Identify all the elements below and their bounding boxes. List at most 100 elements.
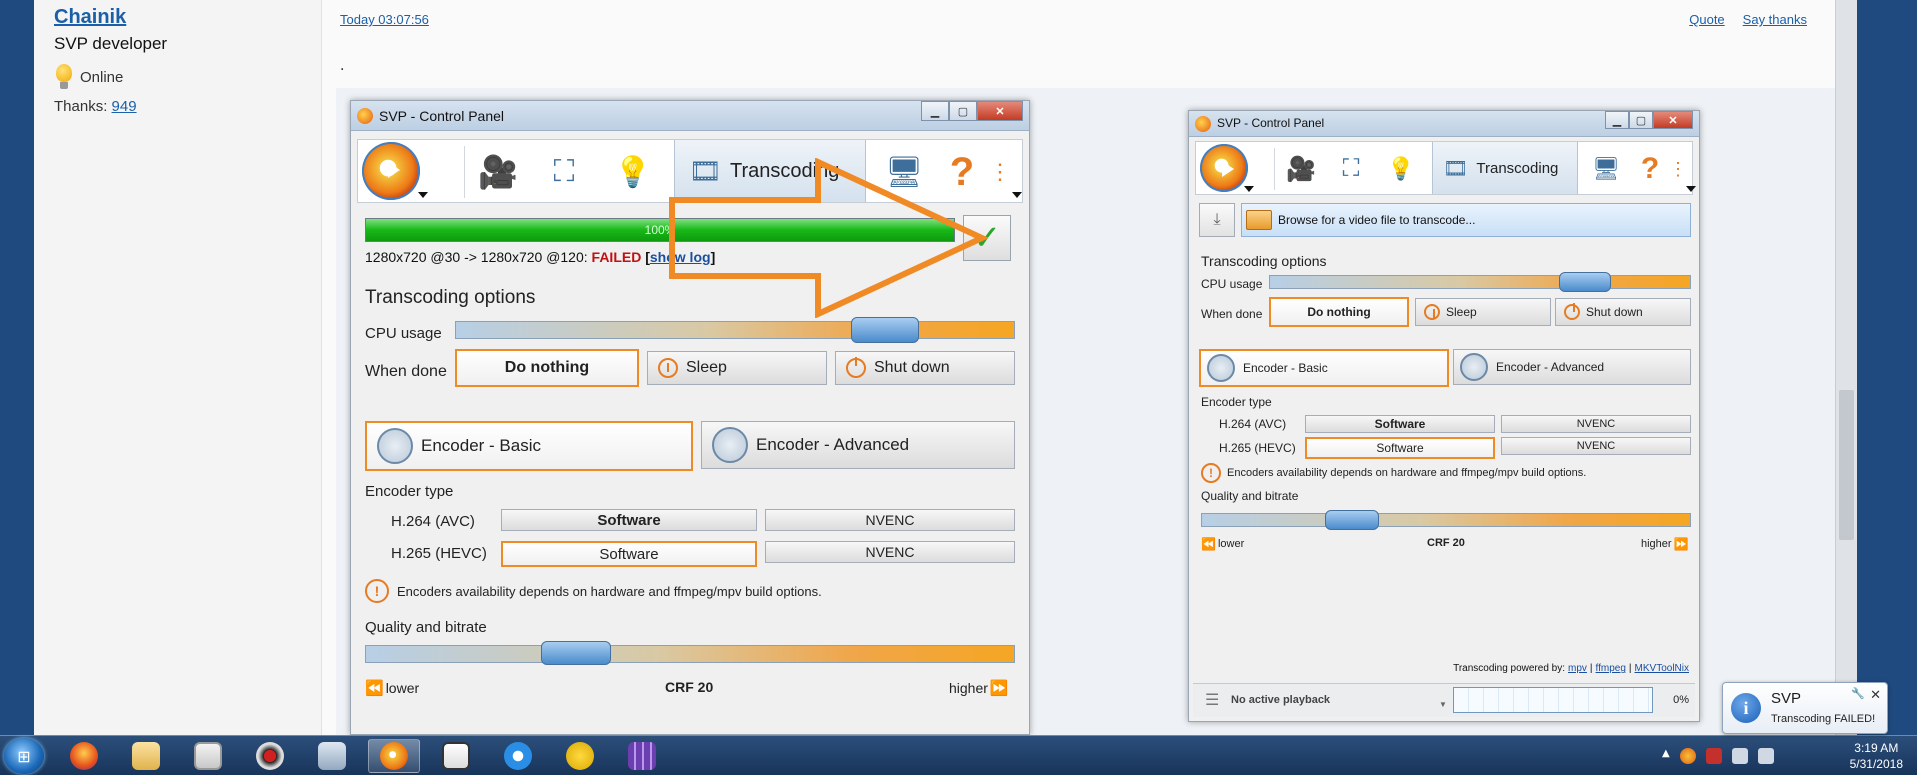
action-center-icon[interactable] (1705, 748, 1722, 764)
divider (1274, 148, 1275, 190)
tab-transcoding[interactable]: 🎞 Transcoding (674, 140, 866, 202)
video-camera-icon[interactable]: 🎥 (1284, 152, 1318, 186)
post-timestamp-link[interactable]: Today 03:07:56 (340, 12, 429, 27)
cpu-usage-slider-thumb[interactable] (1559, 272, 1611, 292)
cpu-usage-slider[interactable] (1269, 275, 1691, 289)
h265-software-button[interactable]: Software (1305, 437, 1495, 459)
check-icon[interactable]: ✓ (963, 215, 1011, 261)
close-icon[interactable]: ✕ (977, 101, 1023, 121)
thanks-count-link[interactable]: 949 (112, 98, 137, 115)
h264-software-button[interactable]: Software (501, 509, 757, 531)
show-hidden-icons-icon[interactable]: ▲ (1662, 748, 1670, 764)
chevron-down-icon[interactable] (418, 192, 428, 198)
maximize-icon[interactable]: ▢ (949, 101, 977, 121)
ffmpeg-link[interactable]: ffmpeg (1596, 663, 1626, 674)
h264-nvenc-button[interactable]: NVENC (765, 509, 1015, 531)
quality-slider[interactable] (1201, 513, 1691, 527)
media-player-icon[interactable] (182, 739, 234, 773)
tab-transcoding[interactable]: 🎞 Transcoding (1432, 142, 1578, 194)
svp-logo-icon (1195, 116, 1211, 132)
network-icon[interactable] (1731, 748, 1748, 764)
cpu-usage-slider[interactable] (455, 321, 1015, 339)
h265-nvenc-button[interactable]: NVENC (765, 541, 1015, 563)
sheep-icon (377, 428, 413, 464)
quality-lower[interactable]: ⏪ lower (365, 679, 419, 697)
minimize-icon[interactable]: ▁ (1605, 111, 1629, 129)
encoder-basic-tab[interactable]: Encoder - Basic (365, 421, 693, 471)
show-log-link[interactable]: show log (650, 249, 711, 265)
encoder-advanced-tab[interactable]: Encoder - Advanced (1453, 349, 1691, 385)
minimize-icon[interactable]: ▁ (921, 101, 949, 121)
more-options-icon[interactable]: ⋮ (1668, 148, 1688, 190)
chevron-down-icon[interactable] (1686, 186, 1696, 192)
volume-icon[interactable] (1757, 748, 1774, 764)
window-buttons: ▁ ▢ ✕ (1605, 111, 1693, 129)
h264-nvenc-button[interactable]: NVENC (1501, 415, 1691, 433)
sync-icon[interactable] (492, 739, 544, 773)
start-button-icon[interactable]: ⊞ (4, 738, 44, 774)
svp-taskbar-icon[interactable] (368, 739, 420, 773)
chevron-down-icon[interactable] (1244, 186, 1254, 192)
do-nothing-button[interactable]: Do nothing (455, 349, 639, 387)
quote-link[interactable]: Quote (1689, 12, 1724, 27)
do-nothing-button[interactable]: Do nothing (1269, 297, 1409, 327)
quality-slider-thumb[interactable] (1325, 510, 1379, 530)
system-clock[interactable]: 3:19 AM 5/31/2018 (1850, 740, 1903, 772)
svp-notification[interactable]: i SVP Transcoding FAILED! 🔧 ✕ (1722, 682, 1888, 734)
norton-check-icon[interactable] (554, 739, 606, 773)
video-camera-icon[interactable]: 🎥 (478, 152, 518, 192)
sleep-button[interactable]: Sleep (1415, 298, 1551, 326)
quality-higher[interactable]: higher ⏩ (1641, 537, 1689, 551)
say-thanks-link[interactable]: Say thanks (1743, 12, 1807, 27)
crop-icon[interactable]: ⛶ (544, 152, 584, 192)
svp-tray-icon[interactable] (1679, 748, 1696, 764)
sleep-button[interactable]: Sleep (647, 351, 827, 385)
wrench-icon[interactable]: 🔧 (1851, 687, 1865, 700)
browse-video-button[interactable]: Browse for a video file to transcode... (1241, 203, 1691, 237)
shut-down-button[interactable]: Shut down (835, 351, 1015, 385)
svp-titlebar[interactable]: SVP - Control Panel ▁ ▢ ✕ (351, 101, 1029, 131)
firefox-icon[interactable] (58, 739, 110, 773)
lightbulb-icon (54, 64, 74, 90)
quality-lower[interactable]: ⏪ lower (1201, 537, 1244, 551)
remote-desktop-icon[interactable] (306, 739, 358, 773)
lightbulb-icon[interactable]: 💡 (1384, 152, 1418, 186)
encoder-basic-tab[interactable]: Encoder - Basic (1199, 349, 1449, 387)
chevron-down-icon[interactable]: ▼ (1439, 700, 1447, 709)
close-icon[interactable]: ✕ (1870, 687, 1881, 703)
author-name-link[interactable]: Chainik (54, 6, 126, 29)
shut-down-button[interactable]: Shut down (1555, 298, 1691, 326)
svp-main-logo-icon[interactable] (1200, 144, 1248, 192)
clapperboard-icon[interactable] (430, 739, 482, 773)
lightbulb-icon[interactable]: 💡 (613, 150, 653, 194)
help-icon[interactable]: ? (1636, 148, 1664, 190)
h264-software-button[interactable]: Software (1305, 415, 1495, 433)
quality-slider-thumb[interactable] (541, 641, 611, 665)
encoder-advanced-tab[interactable]: Encoder - Advanced (701, 421, 1015, 469)
page-scrollbar[interactable] (1835, 0, 1857, 735)
cpu-usage-slider-thumb[interactable] (851, 317, 919, 343)
grid-app-icon[interactable] (616, 739, 668, 773)
h265-software-button[interactable]: Software (501, 541, 757, 567)
more-options-icon[interactable]: ⋮ (988, 146, 1012, 198)
chevron-down-icon[interactable] (1012, 192, 1022, 198)
close-icon[interactable]: ✕ (1653, 111, 1693, 129)
encoders-note: ! Encoders availability depends on hardw… (1201, 463, 1586, 483)
svp-titlebar[interactable]: SVP - Control Panel ▁ ▢ ✕ (1189, 111, 1699, 137)
quality-slider[interactable] (365, 645, 1015, 663)
help-icon[interactable]: ? (944, 148, 980, 196)
monitor-icon[interactable]: 🖥 (1588, 152, 1624, 186)
crop-icon[interactable]: ⛶ (1334, 152, 1368, 186)
file-explorer-icon[interactable] (120, 739, 172, 773)
screen-recorder-icon[interactable] (244, 739, 296, 773)
quality-higher[interactable]: higher ⏩ (949, 679, 1009, 697)
h265-nvenc-button[interactable]: NVENC (1501, 437, 1691, 455)
svp-main-logo-icon[interactable] (362, 142, 420, 200)
mpv-link[interactable]: mpv (1568, 663, 1587, 674)
download-icon[interactable]: ⤓ (1199, 203, 1235, 237)
monitor-icon[interactable]: 🖥 (882, 152, 926, 192)
mkvtoolnix-link[interactable]: MKVToolNix (1635, 663, 1689, 674)
maximize-icon[interactable]: ▢ (1629, 111, 1653, 129)
scrollbar-thumb[interactable] (1839, 390, 1854, 540)
quality-bitrate-label: Quality and bitrate (365, 619, 487, 636)
